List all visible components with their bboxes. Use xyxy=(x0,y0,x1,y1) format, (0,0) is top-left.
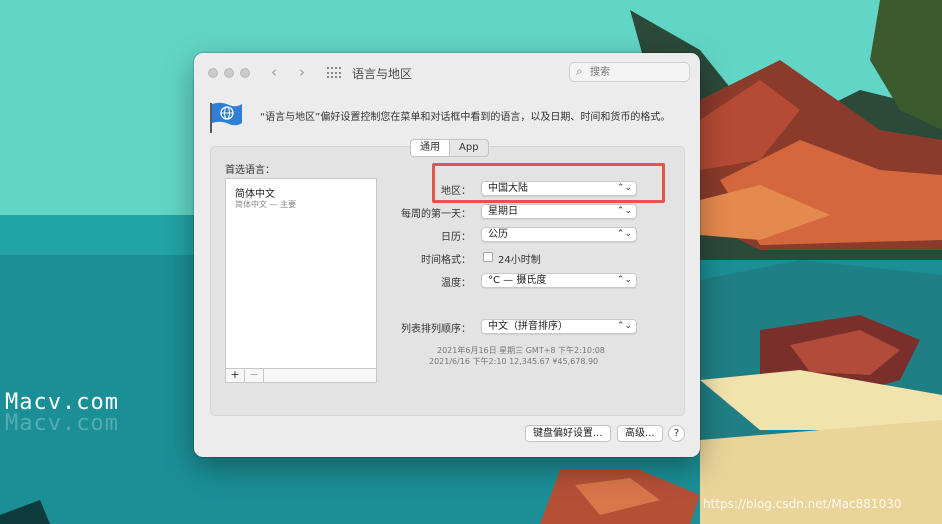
temperature-popup[interactable]: °C — 摄氏度 ⌃⌄ xyxy=(481,273,637,288)
language-item-detail: 简体中文 — 主要 xyxy=(235,200,297,209)
language-list-controls: + − xyxy=(225,369,377,383)
zoom-button[interactable] xyxy=(240,68,250,78)
first-day-value: 星期日 xyxy=(488,206,518,217)
remove-language-button[interactable]: − xyxy=(245,369,264,382)
pane-description: “语言与地区”偏好设置控制您在菜单和对话框中看到的语言，以及日期、时间和货币的格… xyxy=(260,112,671,123)
help-button[interactable]: ? xyxy=(668,425,685,442)
calendar-popup[interactable]: 公历 ⌃⌄ xyxy=(481,227,637,242)
sort-order-popup[interactable]: 中文（拼音排序） ⌃⌄ xyxy=(481,319,637,334)
close-button[interactable] xyxy=(208,68,218,78)
24-hour-label[interactable]: 24小时制 xyxy=(498,251,541,266)
search-icon: ⌕ xyxy=(576,64,583,78)
search-input[interactable] xyxy=(590,65,680,79)
watermark-reflection: Macv.com xyxy=(5,411,119,436)
tab-bar: 通用 App xyxy=(410,139,489,157)
region-label: 地区： xyxy=(441,186,471,197)
chevron-updown-icon: ⌃⌄ xyxy=(616,206,632,216)
sort-order-label: 列表排列顺序： xyxy=(401,324,471,335)
chevron-updown-icon: ⌃⌄ xyxy=(616,321,632,331)
forward-arrow-icon[interactable]: › xyxy=(299,63,305,81)
language-region-window: ‹ › 语言与地区 ⌕ “语言与地区”偏好设置控制您在菜单和对话框中看到的语言，… xyxy=(194,53,700,457)
number-currency-sample: 2021/6/16 下午2:10 12,345.67 ¥45,678.90 xyxy=(429,357,599,366)
first-day-popup[interactable]: 星期日 ⌃⌄ xyxy=(481,204,637,219)
flag-globe-icon xyxy=(210,102,242,133)
region-popup[interactable]: 中国大陆 ⌃⌄ xyxy=(481,181,637,196)
first-day-label: 每周的第一天： xyxy=(401,209,471,220)
back-arrow-icon[interactable]: ‹ xyxy=(271,63,277,81)
24-hour-checkbox[interactable] xyxy=(483,252,493,262)
calendar-label: 日历： xyxy=(441,232,471,243)
search-field[interactable]: ⌕ xyxy=(569,62,690,82)
temperature-value: °C — 摄氏度 xyxy=(488,275,547,286)
region-value: 中国大陆 xyxy=(488,183,528,194)
calendar-value: 公历 xyxy=(488,229,508,240)
window-title: 语言与地区 xyxy=(352,67,413,81)
sort-order-value: 中文（拼音排序） xyxy=(488,321,568,332)
tab-app[interactable]: App xyxy=(450,139,489,157)
language-item-name[interactable]: 简体中文 xyxy=(235,185,275,200)
chevron-updown-icon: ⌃⌄ xyxy=(616,229,632,239)
chevron-updown-icon: ⌃⌄ xyxy=(616,275,632,285)
add-language-button[interactable]: + xyxy=(226,369,245,382)
window-controls xyxy=(208,68,250,78)
source-credit: https://blog.csdn.net/Mac881030 xyxy=(703,497,902,511)
title-bar: ‹ › 语言与地区 ⌕ xyxy=(194,53,700,93)
temperature-label: 温度： xyxy=(441,278,471,289)
tab-general[interactable]: 通用 xyxy=(410,139,450,157)
time-format-label: 时间格式： xyxy=(421,255,471,266)
chevron-updown-icon: ⌃⌄ xyxy=(616,183,632,193)
date-time-sample: 2021年6月16日 星期三 GMT+8 下午2:10:08 xyxy=(437,346,605,355)
settings-panel: 首选语言： 简体中文 简体中文 — 主要 + − 地区： 中国大陆 ⌃⌄ 每周的… xyxy=(210,146,685,416)
language-list[interactable]: 简体中文 简体中文 — 主要 xyxy=(225,178,377,369)
show-all-grid-icon[interactable] xyxy=(327,67,341,79)
preferred-languages-label: 首选语言： xyxy=(225,165,275,176)
minimize-button[interactable] xyxy=(224,68,234,78)
advanced-button[interactable]: 高级... xyxy=(617,425,663,442)
keyboard-preferences-button[interactable]: 键盘偏好设置... xyxy=(525,425,611,442)
